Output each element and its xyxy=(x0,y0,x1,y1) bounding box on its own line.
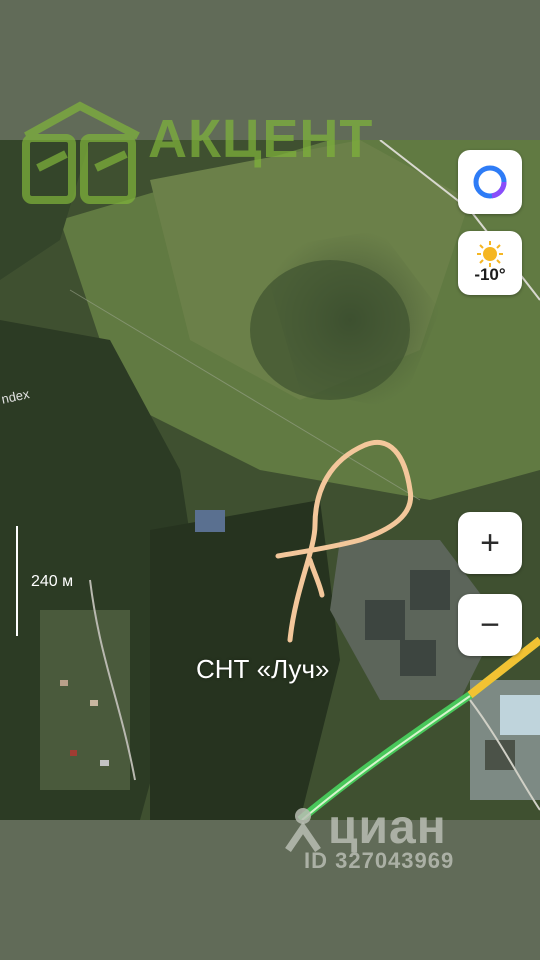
akcent-logo-text: АКЦЕНТ xyxy=(148,109,374,169)
cian-logo-icon xyxy=(285,808,321,852)
alice-button[interactable] xyxy=(458,150,522,214)
place-label: СНТ «Луч» xyxy=(196,654,330,684)
weather-button[interactable]: -10° xyxy=(458,231,522,295)
zoom-out-button[interactable]: − xyxy=(458,594,522,656)
alice-ring-icon xyxy=(473,165,507,199)
temperature-label: -10° xyxy=(474,265,506,284)
screenshot-frame: АКЦЕНТ -10° + − 240 м ndex СНТ «Луч» циа… xyxy=(0,0,540,960)
scale-label: 240 м xyxy=(31,573,74,590)
zoom-in-button[interactable]: + xyxy=(458,512,522,574)
bottom-blank-band xyxy=(0,820,540,960)
hand-drawn-outline xyxy=(275,439,414,643)
sun-icon xyxy=(477,241,503,267)
scale-bar xyxy=(16,526,18,636)
cian-name: циан xyxy=(328,801,447,854)
cian-id: ID 327043969 xyxy=(304,848,455,873)
akcent-logo-icon xyxy=(22,101,140,204)
